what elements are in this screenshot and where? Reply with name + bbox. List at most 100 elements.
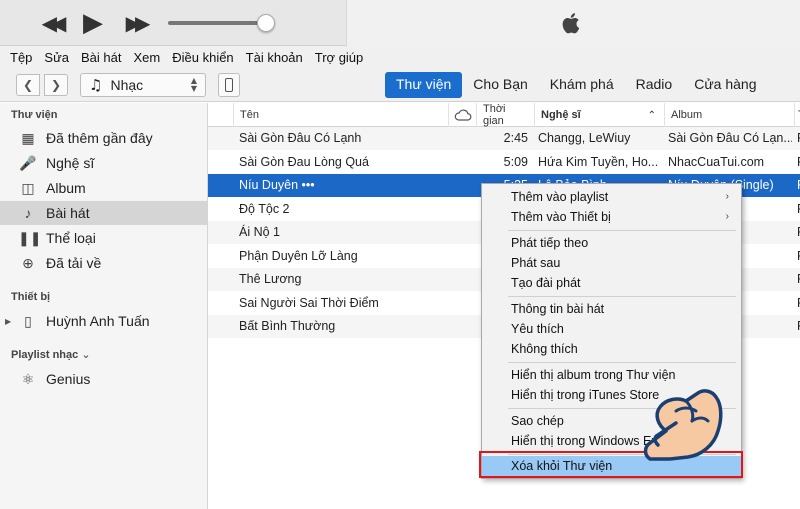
main-tabs: Thư viện Cho Bạn Khám phá Radio Cửa hàng	[385, 72, 768, 98]
menu-separator	[508, 296, 736, 297]
artist-header-label: Nghệ sĩ	[541, 109, 581, 121]
genius-icon: ⚛	[21, 370, 35, 387]
menu-item-song-info[interactable]: Thông tin bài hát	[482, 299, 741, 319]
sidebar-item-songs[interactable]: ♪ Bài hát	[0, 201, 207, 225]
sidebar-item-recently-added[interactable]: ▦ Đã thêm gần đây	[0, 126, 207, 150]
sidebar-item-device[interactable]: ▶ ▯ Huỳnh Anh Tuấn	[0, 309, 207, 333]
rewind-icon[interactable]: ◀◀	[34, 9, 68, 37]
chevron-right-icon: ❯	[50, 78, 62, 92]
menu-help[interactable]: Trợ giúp	[309, 50, 370, 65]
disclosure-triangle-icon[interactable]: ▶	[5, 317, 11, 326]
sidebar-item-artists[interactable]: 🎤 Nghệ sĩ	[0, 151, 207, 175]
sidebar-item-label: Bài hát	[46, 205, 90, 221]
menu-item-add-to-playlist[interactable]: Thêm vào playlist ›	[482, 187, 741, 207]
cell-artist: Changg, LeWiuy	[538, 131, 631, 145]
column-header-artist[interactable]: Nghệ sĩ ⌃	[534, 103, 664, 127]
cell-name: Níu Duyên •••	[239, 178, 315, 192]
chevron-left-icon: ❮	[22, 78, 34, 92]
toolbar: ❮ ❯ ♫ Nhạc ▲ ▼ Thư viện Cho Bạn Khám phá …	[0, 68, 800, 102]
sidebar: Thư viện ▦ Đã thêm gần đây 🎤 Nghệ sĩ ◫ A…	[0, 103, 208, 509]
menu-item-play-next[interactable]: Phát tiếp theo	[482, 233, 741, 253]
cell-time: 2:45	[503, 131, 528, 145]
cell-artist: Hứa Kim Tuyền, Ho...	[538, 154, 659, 169]
menu-item-show-album-in-library[interactable]: Hiển thị album trong Thư viện	[482, 365, 741, 385]
menu-item-love[interactable]: Yêu thích	[482, 319, 741, 339]
column-header-album[interactable]: Album	[664, 103, 794, 127]
tab-store[interactable]: Cửa hàng	[683, 72, 767, 98]
table-header: Tên Thời gian Nghệ sĩ ⌃ Album T	[208, 103, 800, 127]
tab-for-you[interactable]: Cho Bạn	[462, 72, 538, 98]
sidebar-item-label: Genius	[46, 371, 91, 387]
music-note-icon: ♪	[24, 205, 32, 221]
volume-knob[interactable]	[257, 14, 275, 32]
phone-icon: ▯	[24, 312, 32, 329]
play-icon[interactable]: ▶	[78, 8, 108, 38]
cell-name: Ái Nộ 1	[239, 225, 280, 239]
sidebar-item-genres[interactable]: ❚❚ Thể loại	[0, 226, 207, 250]
media-type-label: Nhạc	[110, 77, 144, 93]
menu-song[interactable]: Bài hát	[75, 50, 127, 65]
tab-library[interactable]: Thư viện	[385, 72, 463, 98]
phone-icon	[225, 78, 233, 92]
fast-forward-icon[interactable]: ▶▶	[118, 9, 152, 37]
column-header-cloud[interactable]	[448, 103, 476, 127]
column-header-time[interactable]: Thời gian	[476, 103, 534, 127]
tab-browse[interactable]: Khám phá	[539, 72, 625, 98]
chevron-down-icon: ⌄	[81, 349, 91, 361]
menu-separator	[508, 362, 736, 363]
table-row[interactable]: Sài Gòn Đâu Có Lạnh 2:45 Changg, LeWiuy Sài…	[208, 127, 800, 150]
cell-name: Sai Người Sai Thời Điểm	[239, 295, 379, 310]
menu-bar: Tệp Sửa Bài hát Xem Điều khiển Tài khoản…	[0, 46, 800, 68]
sidebar-item-label: Đã thêm gần đây	[46, 130, 153, 146]
download-icon: ⊕	[22, 254, 34, 271]
menu-item-create-station[interactable]: Tạo đài phát	[482, 273, 741, 293]
cell-name: Thê Lương	[239, 272, 302, 286]
devices-section-title: Thiết bị	[11, 291, 51, 303]
sidebar-item-label: Huỳnh Anh Tuấn	[46, 313, 150, 329]
menu-file[interactable]: Tệp	[4, 50, 38, 65]
forward-button[interactable]: ❯	[44, 74, 68, 96]
sidebar-item-label: Đã tải về	[46, 255, 102, 271]
cell-name: Sài Gòn Đâu Có Lạnh	[239, 131, 362, 145]
sidebar-item-downloaded[interactable]: ⊕ Đã tải về	[0, 251, 207, 275]
microphone-icon: 🎤	[19, 154, 37, 171]
menu-item-add-to-device[interactable]: Thêm vào Thiết bị ›	[482, 207, 741, 227]
cell-name: Bất Bình Thường	[239, 319, 336, 333]
calendar-icon: ▦	[21, 129, 35, 146]
menu-item-play-later[interactable]: Phát sau	[482, 253, 741, 273]
back-button[interactable]: ❮	[16, 74, 40, 96]
table-row[interactable]: Sài Gòn Đau Lòng Quá 5:09 Hứa Kim Tuyền, H…	[208, 150, 800, 174]
sidebar-item-genius[interactable]: ⚛ Genius	[0, 367, 207, 391]
library-section-title: Thư viện	[11, 109, 58, 121]
playlists-section-title[interactable]: Playlist nhạc ⌄	[11, 348, 91, 361]
menu-item-dislike[interactable]: Không thích	[482, 339, 741, 359]
player-bar: ◀◀ ▶ ▶▶	[0, 0, 800, 46]
column-header-extra[interactable]: T	[794, 103, 800, 127]
menu-edit[interactable]: Sửa	[38, 50, 75, 65]
music-note-icon: ♫	[89, 76, 103, 94]
cell-name: Sài Gòn Đau Lòng Quá	[239, 154, 369, 169]
media-type-select[interactable]: ♫ Nhạc ▲ ▼	[80, 73, 206, 97]
cell-album: Sài Gòn Đâu Có Lạn...	[668, 131, 792, 145]
device-button[interactable]	[218, 73, 240, 97]
pointing-hand-icon	[643, 389, 723, 461]
cloud-icon	[454, 109, 471, 121]
menu-separator	[508, 230, 736, 231]
menu-view[interactable]: Xem	[128, 50, 167, 65]
cell-name: Phận Duyên Lỡ Làng	[239, 248, 358, 263]
menu-item-label: Thêm vào Thiết bị	[511, 210, 611, 224]
volume-slider[interactable]	[168, 21, 268, 25]
sidebar-item-albums[interactable]: ◫ Album	[0, 176, 207, 200]
tab-radio[interactable]: Radio	[625, 72, 684, 98]
genre-icon: ❚❚	[18, 229, 42, 246]
apple-logo-icon	[562, 13, 580, 34]
sidebar-item-label: Thể loại	[46, 230, 96, 246]
chevron-right-icon: ›	[725, 191, 729, 202]
sort-up-icon: ⌃	[647, 109, 656, 121]
menu-account[interactable]: Tài khoản	[240, 50, 309, 65]
album-icon: ◫	[21, 179, 35, 196]
cell-name: Độ Tộc 2	[239, 201, 290, 216]
select-arrows-icon: ▲ ▼	[190, 76, 197, 93]
column-header-name[interactable]: Tên	[233, 103, 448, 127]
menu-controls[interactable]: Điều khiển	[166, 50, 239, 65]
